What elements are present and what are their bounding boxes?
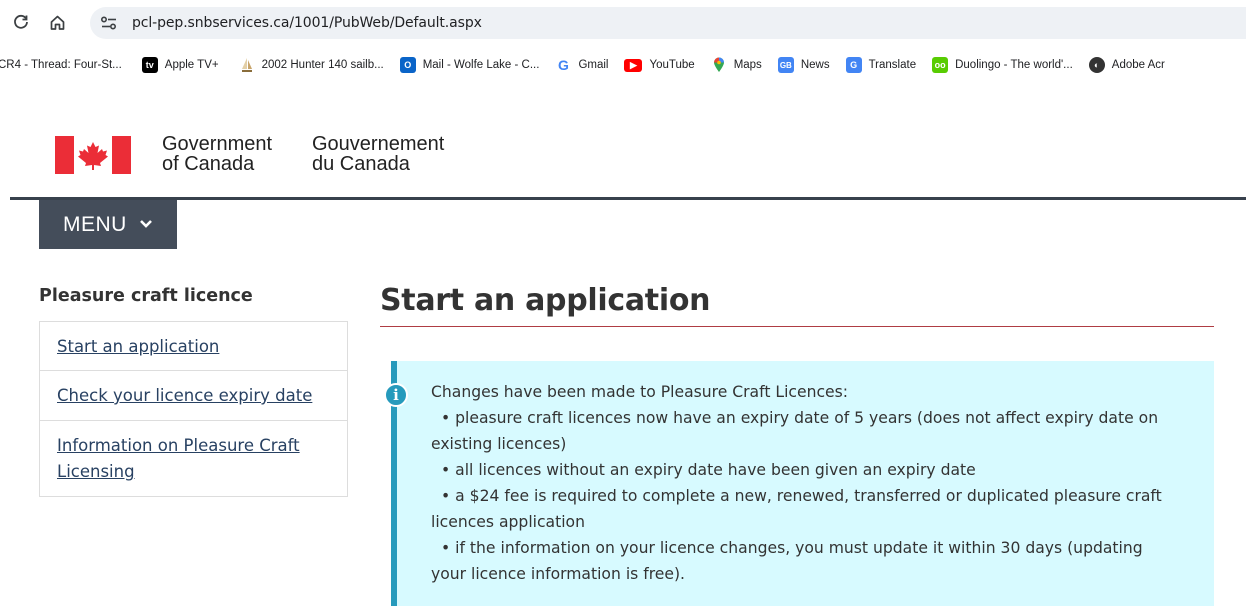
bookmark-label: 2002 Hunter 140 sailb... <box>261 59 384 71</box>
bookmark-mail[interactable]: O Mail - Wolfe Lake - C... <box>399 57 540 73</box>
bookmark-label: Adobe Acr <box>1111 59 1165 71</box>
url-text[interactable]: pcl-pep.snbservices.ca/1001/PubWeb/Defau… <box>132 15 482 31</box>
section-link-start-application[interactable]: Start an application <box>39 321 348 371</box>
alert-bullet-4: • if the information on your licence cha… <box>441 539 1143 557</box>
alert-bullet-2: • all licences without an expiry date ha… <box>441 461 976 479</box>
bookmarks-bar: CR4 - Thread: Four-St... tv Apple TV+ 20… <box>0 48 1246 82</box>
section-link-information[interactable]: Information on Pleasure Craft Licensing <box>39 420 348 497</box>
duolingo-icon: oo <box>932 57 949 73</box>
home-icon[interactable] <box>46 11 68 33</box>
bookmark-news[interactable]: GB News <box>777 57 830 73</box>
site-info-icon[interactable] <box>94 11 124 35</box>
reload-icon[interactable] <box>10 11 32 33</box>
section-menu-title: Pleasure craft licence <box>39 286 253 306</box>
menu-label: MENU <box>63 212 127 236</box>
section-menu: Start an application Check your licence … <box>39 321 348 497</box>
section-link-label[interactable]: Start an application <box>57 337 219 356</box>
bookmark-adobe[interactable]: ◐ Adobe Acr <box>1088 57 1165 73</box>
section-link-label[interactable]: Check your licence expiry date <box>57 386 312 405</box>
bookmark-duolingo[interactable]: oo Duolingo - The world'... <box>932 57 1073 73</box>
bookmark-apple-tv[interactable]: tv Apple TV+ <box>141 57 219 73</box>
globe-icon: ◐ <box>1088 57 1105 73</box>
bookmark-label: Apple TV+ <box>164 59 219 71</box>
browser-toolbar: pcl-pep.snbservices.ca/1001/PubWeb/Defau… <box>0 0 1246 44</box>
alert-bullet-4-cont: your licence information is free). <box>431 565 686 583</box>
alert-bullet-3-cont: licences application <box>431 513 585 531</box>
signature-english: Government of Canada <box>162 133 273 175</box>
appletv-icon: tv <box>141 57 158 73</box>
translate-icon: G <box>845 57 862 73</box>
alert-intro: Changes have been made to Pleasure Craft… <box>431 383 849 401</box>
address-bar[interactable]: pcl-pep.snbservices.ca/1001/PubWeb/Defau… <box>90 7 1246 39</box>
bookmark-maps[interactable]: Maps <box>711 57 762 73</box>
bookmark-label: Gmail <box>578 59 609 71</box>
section-link-check-expiry[interactable]: Check your licence expiry date <box>39 370 348 421</box>
alert-bullet-1: • pleasure craft licences now have an ex… <box>441 409 1159 427</box>
chevron-down-icon <box>139 216 153 233</box>
bookmark-label: Duolingo - The world'... <box>955 59 1073 71</box>
alert-bullet-1-cont: existing licences) <box>431 435 567 453</box>
bookmark-cr4[interactable]: CR4 - Thread: Four-St... <box>0 59 122 71</box>
info-icon: i <box>384 383 408 407</box>
bookmark-hunter-sailboat[interactable]: 2002 Hunter 140 sailb... <box>239 57 384 73</box>
maps-icon <box>711 57 727 73</box>
outlook-icon: O <box>399 57 416 73</box>
news-icon: GB <box>777 57 794 73</box>
bookmark-label: CR4 - Thread: Four-St... <box>0 59 122 71</box>
bookmark-label: Maps <box>733 59 762 71</box>
bookmark-youtube[interactable]: ▶ YouTube <box>624 58 695 72</box>
bookmark-label: YouTube <box>649 59 695 71</box>
info-alert: i Changes have been made to Pleasure Cra… <box>384 361 1214 606</box>
bookmark-label: Translate <box>868 59 917 71</box>
signature-french: Gouvernement du Canada <box>312 133 445 175</box>
bookmark-label: News <box>800 59 830 71</box>
menu-button[interactable]: MENU <box>39 200 177 249</box>
alert-bullet-3: • a $24 fee is required to complete a ne… <box>441 487 1162 505</box>
sailboat-icon <box>239 57 255 73</box>
youtube-icon: ▶ <box>624 58 643 72</box>
header-divider <box>10 197 1246 200</box>
gc-header: Government of Canada Gouvernement du Can… <box>10 110 1246 200</box>
bookmark-label: Mail - Wolfe Lake - C... <box>422 59 540 71</box>
canada-flag-icon[interactable] <box>55 136 131 174</box>
section-link-label-line2[interactable]: Licensing <box>57 462 135 481</box>
google-icon: G <box>558 57 569 73</box>
page-title: Start an application <box>380 283 711 318</box>
title-underline <box>380 326 1214 327</box>
bookmark-translate[interactable]: G Translate <box>845 57 917 73</box>
alert-body: Changes have been made to Pleasure Craft… <box>431 379 1211 587</box>
section-link-label-line1[interactable]: Information on Pleasure Craft <box>57 436 300 455</box>
bookmark-gmail[interactable]: G Gmail <box>555 57 608 73</box>
